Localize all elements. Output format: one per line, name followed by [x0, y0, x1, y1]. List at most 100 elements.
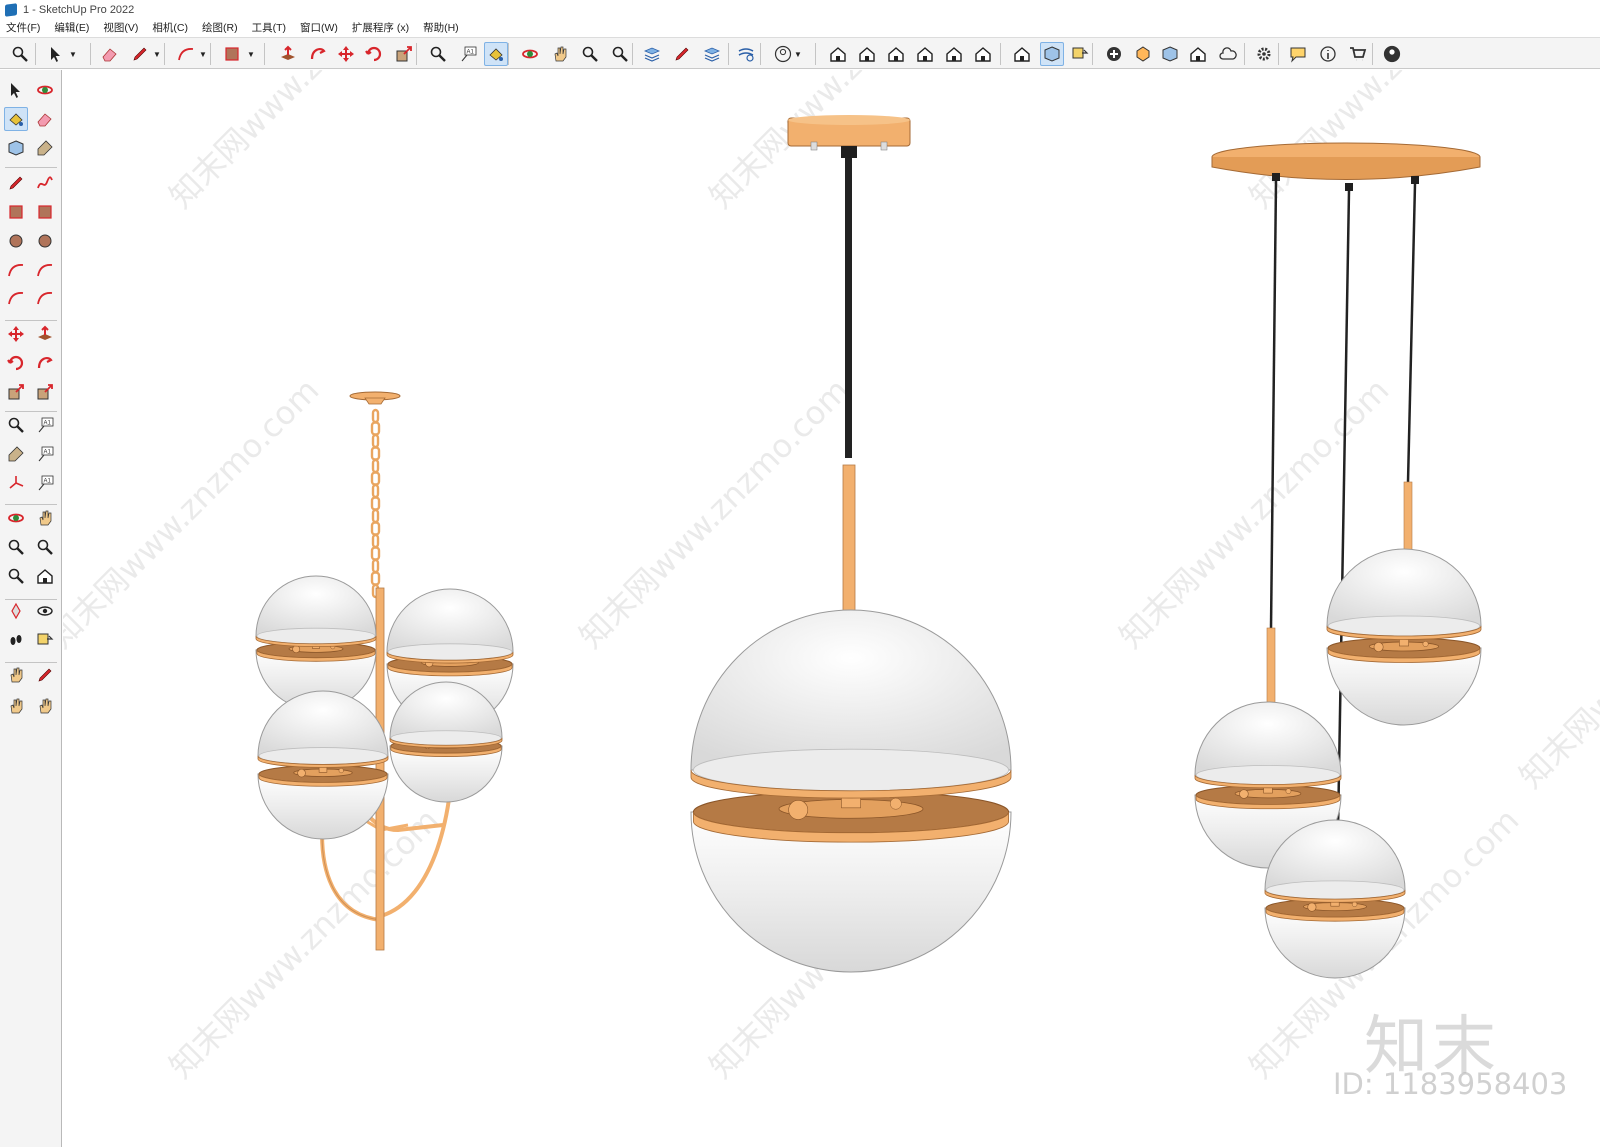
two-point-arc-tool-button[interactable]	[33, 258, 57, 282]
orbit-button[interactable]	[518, 42, 542, 66]
add-location-button[interactable]	[1102, 42, 1126, 66]
push-pull-tool-button[interactable]	[33, 322, 57, 346]
outliner-panel-tool-button[interactable]	[33, 663, 57, 687]
scale-button[interactable]	[392, 42, 416, 66]
rotate-button[interactable]	[362, 42, 386, 66]
account-button[interactable]	[771, 42, 795, 66]
dropdown-arrow-icon[interactable]: ▼	[198, 42, 208, 66]
pan-button[interactable]	[548, 42, 572, 66]
orbit-tool-tool-button[interactable]	[4, 506, 28, 530]
model-scene[interactable]: 知末网www.znzmo.com 知末网www.znzmo.com 知末网www.z…	[63, 70, 1600, 1147]
line-tool-button[interactable]	[4, 171, 28, 195]
back-view-button[interactable]	[942, 42, 966, 66]
menu-item[interactable]: 绘图(R)	[202, 20, 238, 35]
zoom-window-tool-tool-button[interactable]	[33, 535, 57, 559]
menu-item[interactable]: 文件(F)	[6, 20, 40, 35]
menu-item[interactable]: 窗口(W)	[300, 20, 338, 35]
protractor-tool-button[interactable]	[4, 442, 28, 466]
tag-tool-button[interactable]	[33, 136, 57, 160]
component-button[interactable]	[1040, 42, 1064, 66]
text-tool-button[interactable]: A1	[33, 442, 57, 466]
circle-tool-button[interactable]	[4, 229, 28, 253]
freehand-tool-button[interactable]	[33, 171, 57, 195]
zoom-extents-button[interactable]	[608, 42, 632, 66]
dropdown-arrow-icon[interactable]: ▼	[68, 42, 78, 66]
arc-tool-button[interactable]	[4, 258, 28, 282]
pie-tool-button[interactable]	[33, 286, 57, 310]
offset-tool-button[interactable]	[33, 380, 57, 404]
eraser-tool-button[interactable]	[33, 107, 57, 131]
info-button[interactable]	[1316, 42, 1340, 66]
warehouse-button[interactable]	[1010, 42, 1034, 66]
cart-button[interactable]	[1346, 42, 1370, 66]
menu-item[interactable]: 编辑(E)	[54, 20, 89, 35]
pendant-center[interactable]	[690, 115, 1012, 973]
menu-item[interactable]: 工具(T)	[252, 20, 286, 35]
dimension-tool-button[interactable]: A1	[33, 413, 57, 437]
zoom-window-button[interactable]	[578, 42, 602, 66]
settings-button[interactable]	[1252, 42, 1276, 66]
model-viewport[interactable]: 知末网www.znzmo.com 知末网www.znzmo.com 知末网www.z…	[63, 70, 1600, 1147]
paint-bucket-button[interactable]	[484, 42, 508, 66]
follow-me-tool-button[interactable]	[33, 351, 57, 375]
profile-button[interactable]	[1380, 42, 1404, 66]
menu-item[interactable]: 相机(C)	[152, 20, 188, 35]
move-button[interactable]	[334, 42, 358, 66]
menu-item[interactable]: 视图(V)	[103, 20, 138, 35]
scale-tool-button[interactable]	[4, 380, 28, 404]
look-around-tool-button[interactable]	[33, 599, 57, 623]
cloud-button[interactable]	[1216, 42, 1240, 66]
rotate-tool-button[interactable]	[4, 351, 28, 375]
section-plane-tool-button[interactable]	[33, 628, 57, 652]
section-button[interactable]	[1068, 42, 1092, 66]
push-pull-button[interactable]	[276, 42, 300, 66]
follow-me-button[interactable]	[306, 42, 330, 66]
previous-view-tool-button[interactable]	[33, 564, 57, 588]
globe-shade[interactable]	[1264, 819, 1406, 979]
sandbox-button[interactable]	[1131, 42, 1155, 66]
dynamic-components-button[interactable]	[1158, 42, 1182, 66]
axes-tool-button[interactable]	[4, 471, 28, 495]
walk-tool-button[interactable]	[4, 628, 28, 652]
tape-measure-tool-button[interactable]	[4, 413, 28, 437]
top-view-button[interactable]	[855, 42, 879, 66]
iso-view-button[interactable]	[826, 42, 850, 66]
move-tool-button[interactable]	[4, 322, 28, 346]
3d-text-tool-button[interactable]: A1	[33, 471, 57, 495]
layers-panel-tool-button[interactable]	[4, 663, 28, 687]
rectangle-button[interactable]	[220, 42, 244, 66]
pencil-button[interactable]	[128, 42, 152, 66]
front-view-button[interactable]	[884, 42, 908, 66]
orbit-tool-button[interactable]	[33, 78, 57, 102]
polygon-tool-button[interactable]	[33, 229, 57, 253]
select-button[interactable]	[44, 42, 68, 66]
shadows-button[interactable]	[734, 42, 758, 66]
menu-item[interactable]: 扩展程序 (x)	[352, 20, 409, 35]
tape-measure-button[interactable]	[426, 42, 450, 66]
globe-shade[interactable]	[255, 575, 377, 711]
zoom-tool-tool-button[interactable]	[4, 535, 28, 559]
message-button[interactable]	[1286, 42, 1310, 66]
eraser-button[interactable]	[98, 42, 122, 66]
globe-shade[interactable]	[1326, 548, 1482, 726]
position-camera-tool-button[interactable]	[4, 599, 28, 623]
paint-bucket-tool-button[interactable]	[4, 107, 28, 131]
dropdown-arrow-icon[interactable]: ▼	[246, 42, 256, 66]
dropdown-arrow-icon[interactable]: ▼	[152, 42, 162, 66]
select-tool-button[interactable]	[4, 78, 28, 102]
styles-button[interactable]	[700, 42, 724, 66]
outliner-button[interactable]	[670, 42, 694, 66]
rotated-rectangle-tool-button[interactable]	[33, 200, 57, 224]
pendant-cluster-right[interactable]	[1194, 142, 1482, 979]
shadows-panel-tool-button[interactable]	[33, 694, 57, 718]
styles-panel-tool-button[interactable]	[4, 694, 28, 718]
right-view-button[interactable]	[913, 42, 937, 66]
left-view-button[interactable]	[971, 42, 995, 66]
globe-shade[interactable]	[690, 609, 1012, 973]
zoom-extents-tool-tool-button[interactable]	[4, 564, 28, 588]
menu-item[interactable]: 帮助(H)	[423, 20, 459, 35]
arc-button[interactable]	[174, 42, 198, 66]
text-button[interactable]: A1	[456, 42, 480, 66]
zoom-button[interactable]	[8, 42, 32, 66]
globe-shade[interactable]	[389, 681, 503, 803]
